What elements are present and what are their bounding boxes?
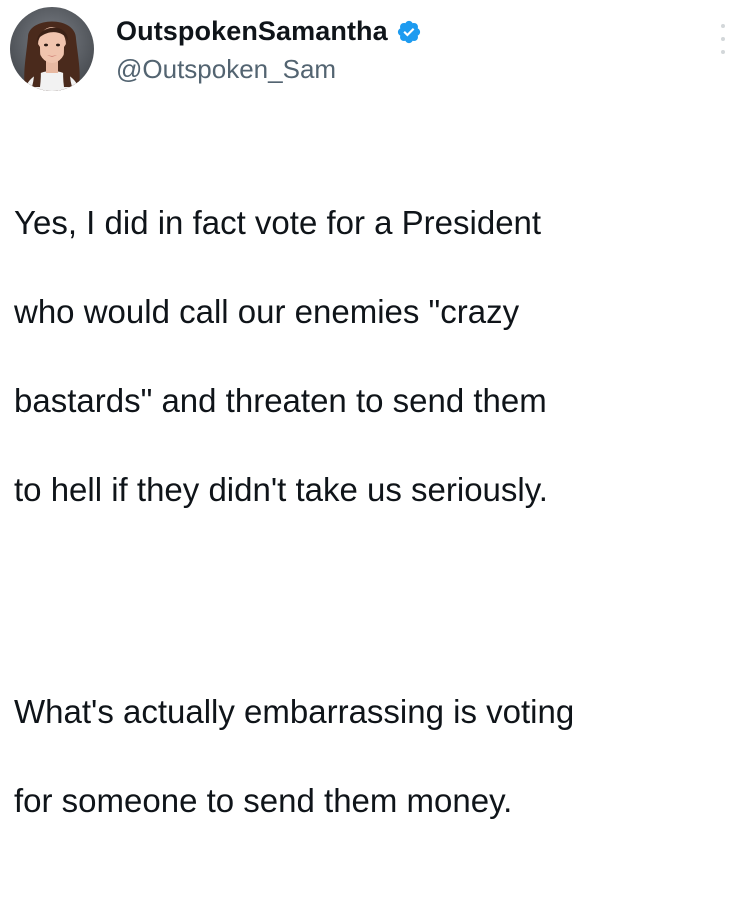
author-handle[interactable]: @Outspoken_Sam xyxy=(116,54,422,85)
tweet-text: Yes, I did in fact vote for a President … xyxy=(14,112,744,913)
more-options-icon[interactable] xyxy=(718,24,728,54)
tweet-line: who would call our enemies "crazy xyxy=(14,293,520,330)
more-dot xyxy=(721,50,725,54)
more-dot xyxy=(721,24,725,28)
tweet-line: What's actually embarrassing is voting xyxy=(14,693,575,730)
tweet-paragraph-1: Yes, I did in fact vote for a President … xyxy=(14,157,744,558)
name-row: OutspokenSamantha xyxy=(116,14,422,50)
avatar[interactable] xyxy=(10,7,94,91)
verified-badge-icon xyxy=(396,19,422,45)
more-dot xyxy=(721,37,725,41)
author-names: OutspokenSamantha @Outspoken_Sam xyxy=(116,14,422,85)
tweet-line: bastards" and threaten to send them xyxy=(14,382,547,419)
tweet-card[interactable]: OutspokenSamantha @Outspoken_Sam Yes, I … xyxy=(0,0,748,819)
tweet-paragraph-2: What's actually embarrassing is voting f… xyxy=(14,646,744,869)
tweet-line: Yes, I did in fact vote for a President xyxy=(14,204,542,241)
author-display-name[interactable]: OutspokenSamantha xyxy=(116,16,388,47)
tweet-header: OutspokenSamantha @Outspoken_Sam xyxy=(10,4,422,94)
tweet-line: for someone to send them money. xyxy=(14,782,513,819)
avatar-photo-icon xyxy=(10,7,94,91)
tweet-line: to hell if they didn't take us seriously… xyxy=(14,471,548,508)
